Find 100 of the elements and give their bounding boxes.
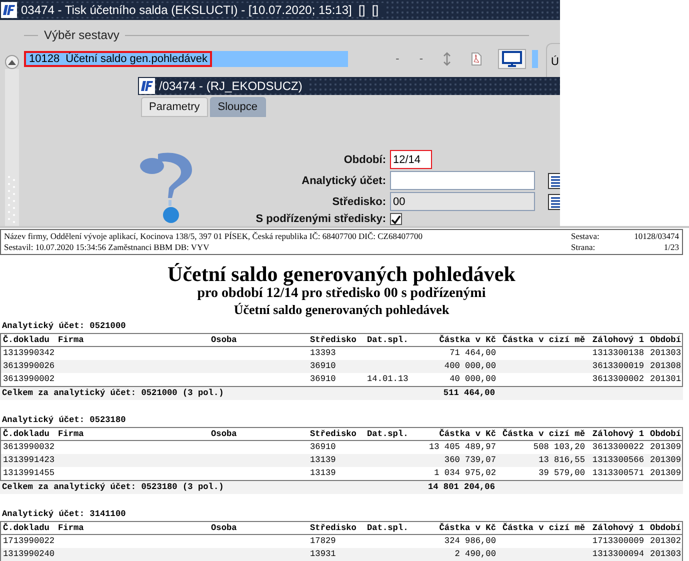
table-cell: 3613990026: [3, 360, 55, 373]
table-cell-text: 36910: [310, 373, 337, 386]
column-header: Dat.spl.: [367, 334, 410, 347]
section-label: Analytický účet: 0521000: [1, 320, 127, 333]
table-cell-text: 3613300022: [591, 441, 644, 454]
column-header: Částka v Kč: [438, 428, 496, 441]
column-header: Částka v cizí mě: [501, 428, 585, 441]
total-amount: 14 801 204,06: [426, 481, 495, 494]
column-header: Č.dokladu: [3, 428, 50, 441]
list-icon[interactable]: [548, 172, 560, 188]
tab[interactable]: Sloupce: [210, 97, 266, 117]
report-subtitle: Účetní saldo generovaných pohledávek: [232, 302, 450, 318]
column-header: Částka v cizí mě: [501, 334, 585, 347]
table-cell-text: 13139: [310, 454, 337, 467]
table-cell-text: 201303: [649, 548, 681, 561]
column-header: Zálohový 1: [591, 334, 644, 347]
field-label: Období:: [342, 154, 386, 166]
table-cell-text: 13931: [310, 548, 337, 561]
screen-button[interactable]: [498, 49, 526, 69]
dash-button[interactable]: -: [415, 49, 427, 69]
vertical-arrows-icon: [443, 52, 451, 66]
scroll-up-button[interactable]: [5, 55, 19, 69]
table-cell-text: 13 816,55: [538, 454, 585, 467]
meta-value: 1/23: [662, 242, 679, 253]
table-cell-text: 3613300019: [591, 360, 644, 373]
table-cell-text: 36910: [310, 441, 337, 454]
column-header: Částka v Kč: [438, 334, 496, 347]
window-title: 03474 - Tisk účetního salda (EKSLUCTI) - [10.07.2020; 15:13] [] []: [21, 3, 385, 17]
table-cell-text: 1 034 975,02: [433, 467, 496, 480]
table-cell-text: 2 490,00: [454, 548, 496, 561]
field-label: Analytický účet:: [300, 174, 386, 186]
grip-icon[interactable]: [7, 174, 17, 224]
column-header: Osoba: [211, 522, 238, 535]
table-cell-text: 36910: [310, 360, 337, 373]
list-strip: [532, 50, 538, 68]
table-cell-text: 201302: [649, 535, 681, 548]
table-cell: 1313991423: [3, 454, 55, 467]
dialog-title: /03474 - (RJ_EKODSUCZ): [159, 79, 308, 93]
table-cell-text: 1313300094: [591, 548, 644, 561]
table-cell: 3613990002: [3, 373, 55, 386]
list-icon[interactable]: [548, 194, 560, 210]
table-cell-text: 13393: [310, 347, 337, 360]
table-cell-text: 13 405 489,97: [428, 441, 496, 454]
table-cell-text: 1713300009: [591, 535, 644, 548]
table-cell-text: 201309: [649, 467, 681, 480]
tab[interactable]: Parametry: [141, 97, 208, 117]
table-cell-text: 71 464,00: [448, 347, 496, 360]
table-cell-text: 324 986,00: [443, 535, 496, 548]
column-header: Středisko: [310, 428, 358, 441]
meta-label: Strana:: [571, 242, 596, 253]
column-header: Dat.spl.: [367, 522, 410, 535]
table-cell-text: 201309: [649, 441, 681, 454]
table-cell: 1313990342: [3, 347, 55, 360]
table-cell-text: 201309: [649, 454, 681, 467]
input-field[interactable]: 00: [390, 192, 535, 211]
table-cell-text: 400 000,00: [443, 360, 496, 373]
column-header: Období: [649, 334, 681, 347]
column-header: Středisko: [310, 334, 358, 347]
checkbox[interactable]: [390, 213, 402, 225]
table-cell-text: 40 000,00: [448, 373, 496, 386]
table-cell: 1313990240: [3, 548, 55, 561]
column-header: Č.dokladu: [3, 522, 50, 535]
table-cell-text: 508 103,20: [532, 441, 585, 454]
column-header: Firma: [58, 334, 85, 347]
column-header: Zálohový 1: [591, 428, 644, 441]
report-item-label: 10128 Účetní saldo gen.pohledávek: [24, 51, 212, 67]
table-cell-text: 3613300002: [591, 373, 644, 386]
arrow-up-icon: [8, 60, 16, 64]
column-header: Osoba: [211, 334, 238, 347]
total-label: Celkem za analytický účet: 0523180 (3 pol.): [2, 481, 225, 494]
column-header: Období: [649, 522, 681, 535]
app-logo-icon: [1, 2, 17, 18]
total-amount: 511 464,00: [442, 387, 495, 400]
input-field[interactable]: [390, 171, 535, 190]
table-cell-text: 39 579,00: [538, 467, 585, 480]
section-label: Analytický účet: 3141100: [1, 508, 127, 521]
column-header: Osoba: [211, 428, 238, 441]
table-cell: 3613990032: [3, 441, 55, 454]
report-list-item[interactable]: 10128 Účetní saldo gen.pohledávek: [24, 51, 348, 67]
table-cell-text: 1313300571: [591, 467, 644, 480]
table-cell: 1713990022: [3, 535, 55, 548]
column-header: Částka v Kč: [438, 522, 496, 535]
column-header: Zálohový 1: [591, 522, 644, 535]
table-cell: 1313991455: [3, 467, 55, 480]
column-header: Č.dokladu: [3, 334, 50, 347]
company-line: Název firmy, Oddělení vývoje aplikací, Kocinova 138/5, 397 01 PÍSEK, Česká republika IČ: 68407700 DIČ: CZ68407700: [4, 231, 422, 242]
table-cell-text: 201308: [649, 360, 681, 373]
meta-value: 10128/03474: [633, 231, 679, 242]
column-header: Částka v cizí mě: [501, 522, 585, 535]
section-label: Analytický účet: 0523180: [1, 414, 127, 427]
total-label: Celkem za analytický účet: 0521000 (3 pol.): [2, 387, 225, 400]
table-cell-text: 1313300566: [591, 454, 644, 467]
meta-label: Sestava:: [571, 231, 600, 242]
dialog-logo-icon: [139, 78, 155, 94]
dash-button[interactable]: -: [392, 49, 404, 69]
group-label: Výběr sestavy: [44, 28, 120, 42]
column-header: Středisko: [310, 522, 358, 535]
input-field[interactable]: 12/14: [390, 150, 432, 169]
table-cell-text: 201301: [649, 373, 681, 386]
table-cell-text: 14.01.13: [367, 373, 410, 386]
